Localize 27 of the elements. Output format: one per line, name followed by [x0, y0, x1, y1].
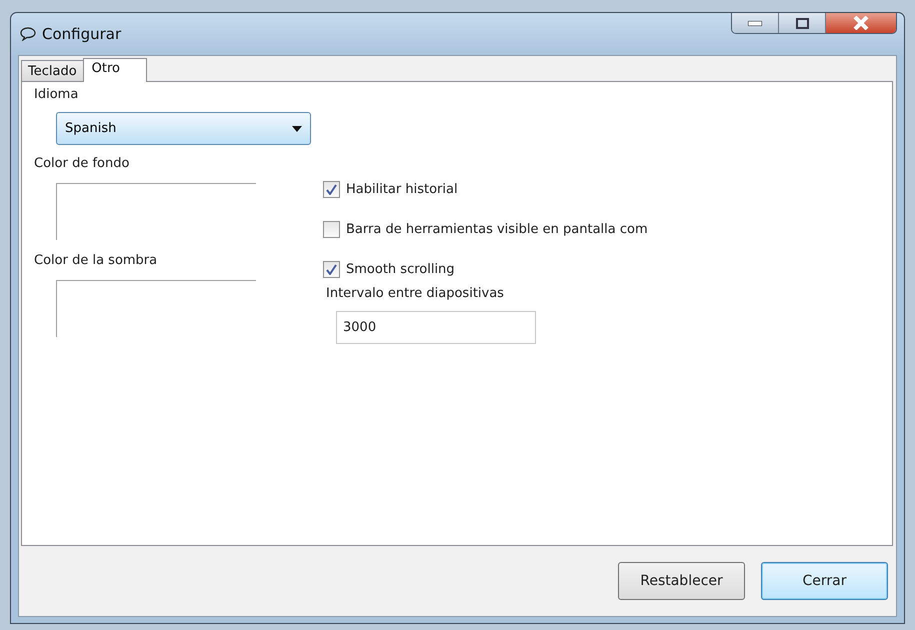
maximize-icon: [796, 18, 808, 28]
minimize-icon: [748, 20, 762, 26]
color-swatch[interactable]: [56, 280, 256, 337]
dialog-button[interactable]: Restablecer: [618, 562, 745, 600]
field-label: Color de fondo: [34, 155, 130, 173]
close-button[interactable]: [826, 13, 896, 33]
caret-icon: [292, 126, 302, 132]
checkbox-label: Smooth scrolling: [346, 262, 455, 276]
close-icon: [853, 16, 869, 30]
speech-bubble-icon: [20, 27, 36, 41]
minimize-button[interactable]: [732, 13, 779, 33]
window-title: Configurar: [42, 25, 122, 43]
color-swatch[interactable]: [56, 183, 256, 240]
checkbox[interactable]: [323, 180, 340, 198]
dialog-button[interactable]: Cerrar: [761, 562, 888, 600]
checkbox[interactable]: [323, 220, 340, 238]
tab[interactable]: Otro: [82, 58, 148, 82]
field-label: Color de la sombra: [34, 252, 158, 270]
language-dropdown[interactable]: Spanish: [56, 112, 311, 145]
field-label: Intervalo entre diapositivas: [326, 285, 505, 303]
maximize-button[interactable]: [779, 13, 826, 33]
checkbox-label: Habilitar historial: [346, 182, 458, 196]
tab[interactable]: Teclado: [21, 60, 84, 82]
checkbox[interactable]: [323, 260, 340, 278]
checkbox-label: Barra de herramientas visible en pantalla com: [346, 222, 648, 236]
field-label: Idioma: [34, 86, 80, 104]
interval-field[interactable]: 3000: [336, 311, 536, 344]
